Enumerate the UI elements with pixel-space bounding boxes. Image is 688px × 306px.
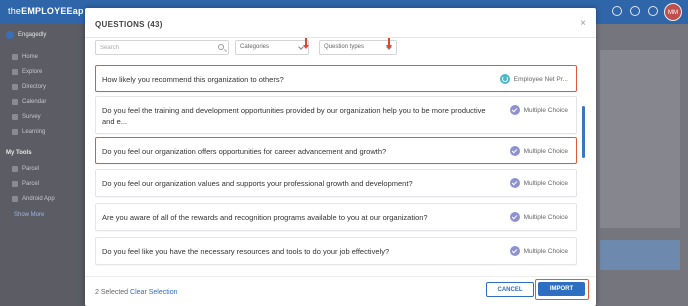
question-text: Do you feel like you have the necessary … (102, 247, 390, 256)
gear-icon[interactable] (648, 6, 658, 16)
learning-icon (12, 129, 18, 135)
question-row[interactable]: Do you feel our organization values and … (95, 169, 577, 197)
question-type: Multiple Choice (509, 146, 568, 156)
question-text: How likely you recommend this organizati… (102, 75, 284, 84)
question-row[interactable]: How likely you recommend this organizati… (95, 65, 577, 92)
question-text: Do you feel the training and development… (102, 106, 486, 126)
question-row[interactable]: Do you feel our organization offers oppo… (95, 137, 577, 164)
question-type: Multiple Choice (509, 246, 568, 256)
question-text: Do you feel our organization values and … (102, 179, 413, 188)
sidebar-item-home[interactable]: Home (12, 54, 38, 60)
sidebar-section-title: My Tools (6, 150, 32, 156)
sidebar-item-directory[interactable]: Directory (12, 84, 46, 90)
question-text: Do you feel our organization offers oppo… (102, 147, 387, 156)
question-type: Multiple Choice (509, 105, 568, 115)
question-row[interactable]: Do you feel the training and development… (95, 96, 577, 134)
annotation-arrow (386, 38, 392, 49)
annotation-arrow (303, 38, 309, 49)
directory-icon (12, 84, 18, 90)
modal-title: QUESTIONS (43) (95, 20, 163, 29)
sidebar-tool-item[interactable]: Parcel (12, 181, 39, 187)
org-icon (6, 31, 14, 39)
question-type: Multiple Choice (509, 178, 568, 188)
divider (85, 37, 596, 38)
sidebar-item-calendar[interactable]: Calendar (12, 99, 46, 105)
sidebar-tool-item[interactable]: Parcel (12, 166, 39, 172)
question-type: Employee Net Pr... (499, 74, 568, 84)
explore-icon (12, 69, 18, 75)
tool-icon (12, 181, 18, 187)
multiple-choice-icon (509, 178, 520, 188)
categories-select[interactable]: Categories (235, 40, 309, 55)
search-icon (218, 44, 224, 50)
question-type: Multiple Choice (509, 212, 568, 222)
help-icon[interactable] (630, 6, 640, 16)
question-row[interactable]: Do you feel like you have the necessary … (95, 237, 577, 265)
questions-modal: QUESTIONS (43) × Categories Question typ… (85, 8, 596, 306)
header-icons (612, 6, 658, 16)
close-icon[interactable]: × (580, 18, 586, 29)
bell-icon[interactable] (612, 6, 622, 16)
sidebar-item-survey[interactable]: Survey (12, 114, 41, 120)
app-logo[interactable]: theEMPLOYEEap (8, 6, 84, 16)
calendar-icon (12, 99, 18, 105)
selection-summary: 2 Selected Clear Selection (95, 289, 178, 296)
clear-selection-link[interactable]: Clear Selection (130, 289, 177, 296)
tool-icon (12, 166, 18, 172)
cancel-button[interactable]: CANCEL (486, 282, 534, 297)
multiple-choice-icon (509, 146, 520, 156)
tool-icon (12, 196, 18, 202)
show-more-link[interactable]: Show More (14, 212, 44, 218)
scrollbar[interactable] (582, 106, 585, 158)
sidebar-item-explore[interactable]: Explore (12, 69, 42, 75)
search-box (95, 40, 229, 55)
sidebar-org[interactable]: Engagedly (6, 31, 46, 39)
search-input[interactable] (96, 41, 212, 54)
background-card (600, 240, 680, 270)
multiple-choice-icon (509, 105, 520, 115)
modal-footer: 2 Selected Clear Selection CANCEL IMPORT (85, 276, 596, 306)
sidebar-item-learning[interactable]: Learning (12, 129, 45, 135)
question-row[interactable]: Are you aware of all of the rewards and … (95, 203, 577, 231)
sidebar-tool-item[interactable]: Android App (12, 196, 55, 202)
survey-icon (12, 114, 18, 120)
nps-icon (499, 74, 510, 84)
sidebar: Engagedly Home Explore Directory Calenda… (0, 24, 85, 306)
multiple-choice-icon (509, 212, 520, 222)
import-highlight: IMPORT (535, 279, 589, 300)
import-button[interactable]: IMPORT (538, 282, 585, 296)
avatar[interactable]: MM (664, 3, 682, 21)
home-icon (12, 54, 18, 60)
multiple-choice-icon (509, 246, 520, 256)
background-card (600, 50, 680, 228)
question-text: Are you aware of all of the rewards and … (102, 213, 428, 222)
